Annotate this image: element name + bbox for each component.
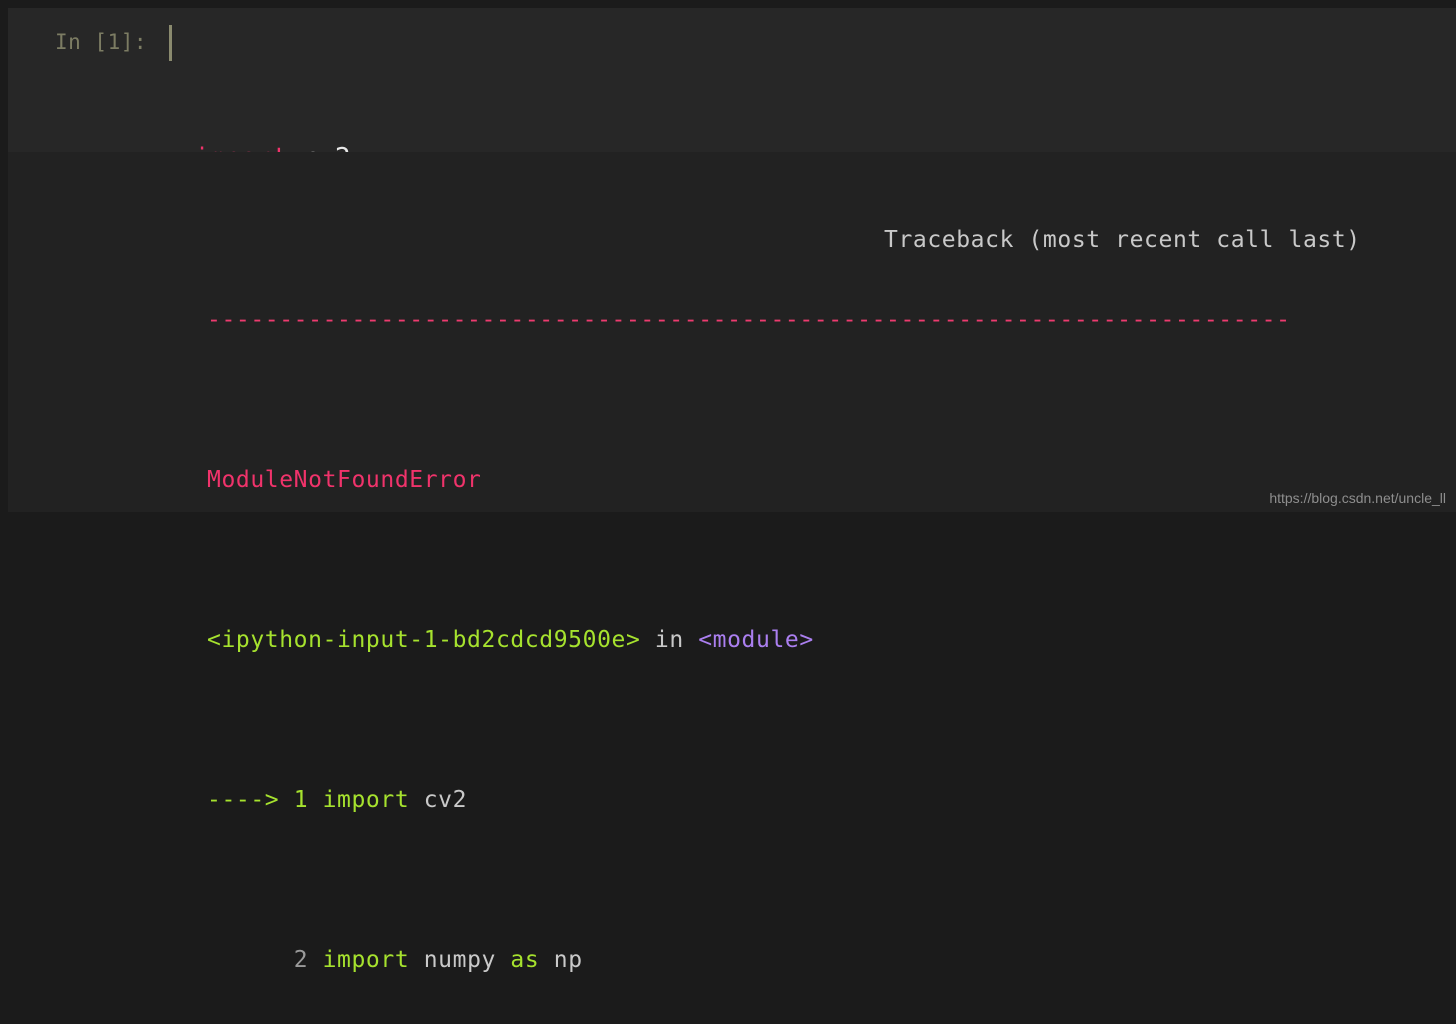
text-cursor: [169, 25, 172, 61]
traceback-block: ----------------------------------------…: [207, 180, 1291, 1024]
frame-gap: [308, 787, 322, 813]
traceback-frame-location: <ipython-input-1-bd2cdcd9500e> in <modul…: [207, 620, 1291, 660]
watermark-url: https://blog.csdn.net/uncle_ll: [1269, 490, 1446, 506]
frame-code-rest: cv2: [409, 787, 468, 813]
frame-code-keyword: as: [510, 947, 540, 973]
traceback-code-line: 2 import numpy as np: [207, 940, 1291, 980]
frame-code-keyword: import: [322, 787, 410, 813]
traceback-code-line-current: ----> 1 import cv2: [207, 780, 1291, 820]
frame-in-word: in: [640, 627, 699, 653]
frame-arrow-marker: ---->: [207, 787, 294, 813]
notebook-screenshot: In [1]: import cv2 import numpy as np --…: [0, 0, 1456, 973]
frame-gap: [308, 947, 322, 973]
error-type-label: ModuleNotFoundError: [207, 467, 482, 493]
traceback-header-label: Traceback (most recent call last): [884, 227, 1361, 253]
frame-code-rest: np: [539, 947, 583, 973]
frame-code-keyword: import: [322, 947, 410, 973]
frame-scope-label: <module>: [698, 627, 814, 653]
input-cell[interactable]: In [1]: import cv2 import numpy as np: [8, 8, 1456, 317]
frame-line-number: 1: [293, 787, 309, 813]
frame-arrow-marker: [207, 947, 294, 973]
traceback-separator-rule: ----------------------------------------…: [207, 307, 1291, 333]
input-prompt-label: In [1]:: [55, 30, 148, 54]
output-area: ----------------------------------------…: [8, 152, 1456, 973]
frame-file-label: <ipython-input-1-bd2cdcd9500e>: [207, 627, 641, 653]
frame-line-number: 2: [293, 947, 309, 973]
frame-code-rest: numpy: [409, 947, 511, 973]
traceback-error-name: ModuleNotFoundError: [207, 460, 1291, 500]
